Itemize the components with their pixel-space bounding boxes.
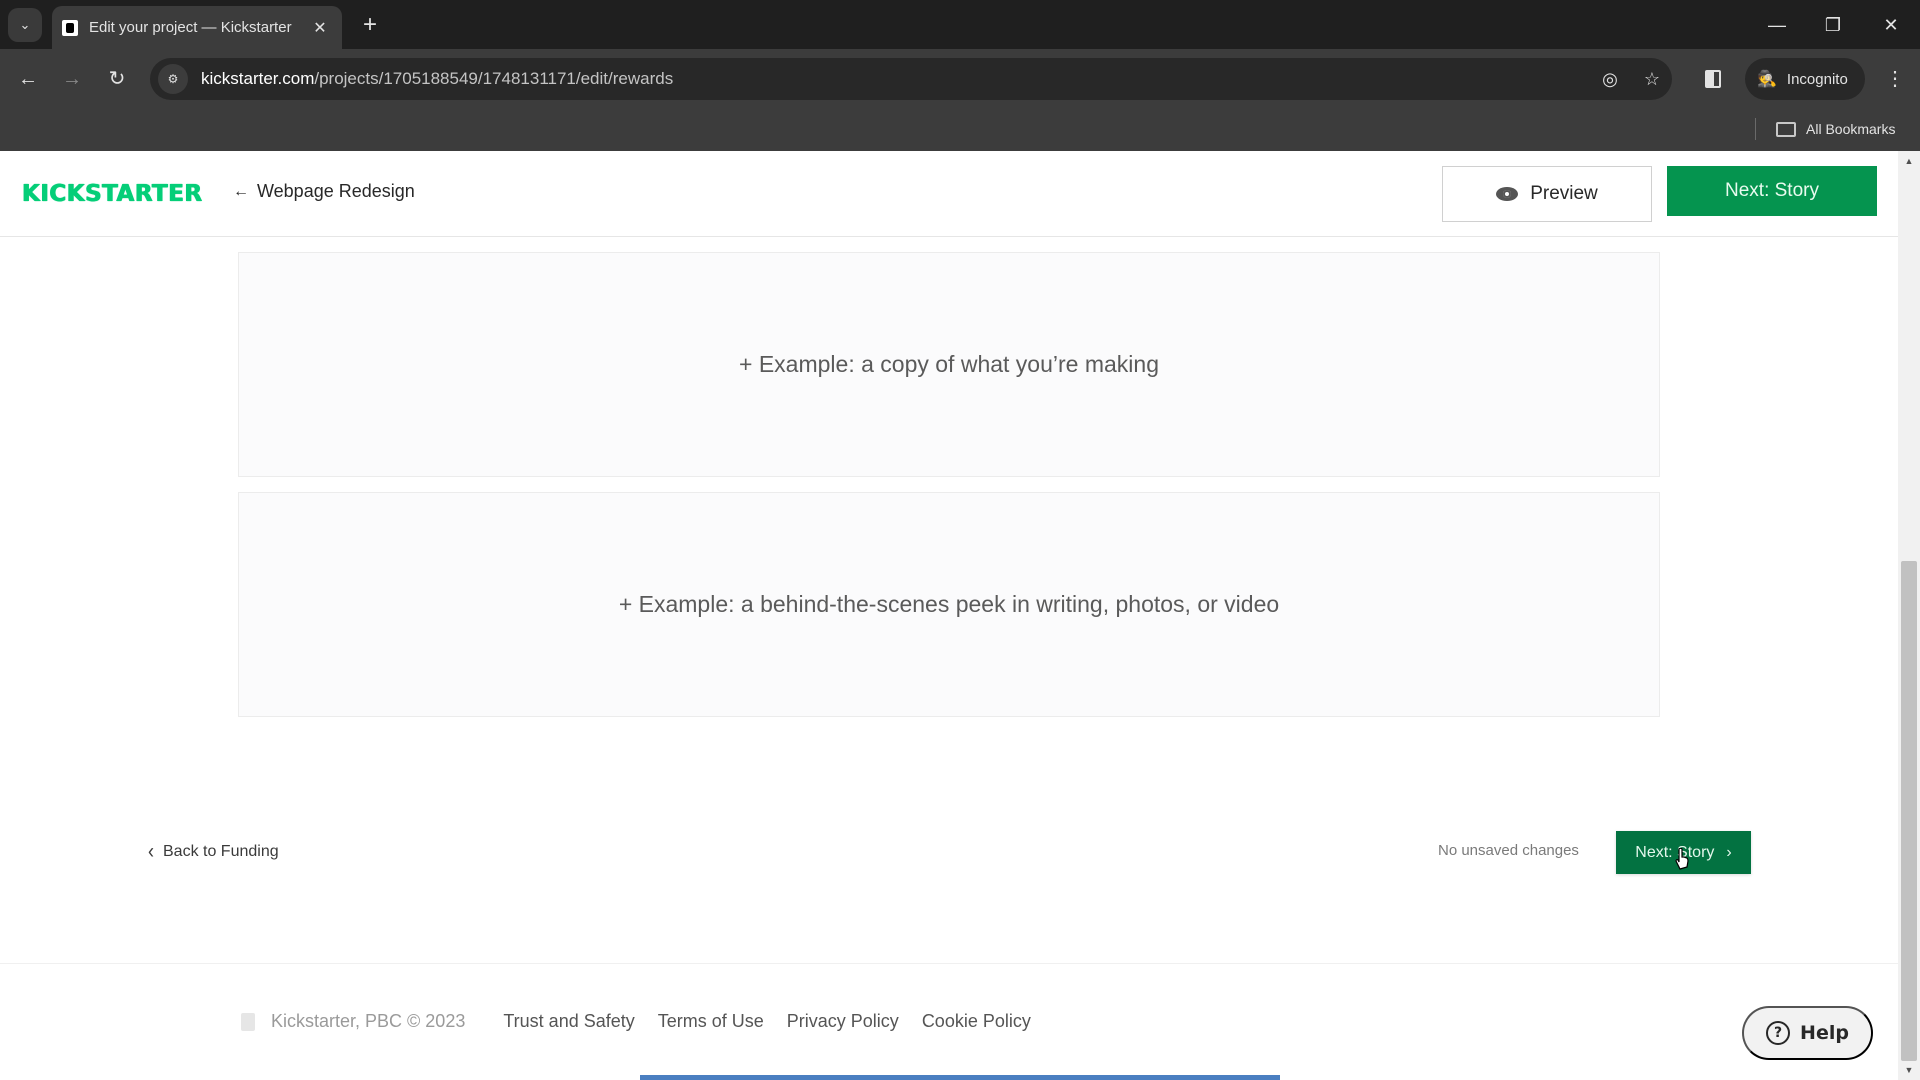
add-reward-example-1[interactable]: + Example: a copy of what you’re making bbox=[238, 252, 1660, 477]
forward-button[interactable]: → bbox=[57, 64, 87, 94]
browser-menu-icon[interactable]: ⋮ bbox=[1880, 64, 1910, 94]
hand-pointer-cursor-icon bbox=[1675, 848, 1689, 870]
active-tab[interactable]: Edit your project — Kickstarter ✕ bbox=[52, 6, 342, 49]
footer-divider bbox=[0, 963, 1898, 964]
preview-label: Preview bbox=[1530, 183, 1598, 204]
restore-button[interactable]: ❐ bbox=[1818, 10, 1848, 40]
page-scrollbar[interactable]: ▲ ▼ bbox=[1898, 151, 1920, 1080]
add-reward-example-2[interactable]: + Example: a behind-the-scenes peek in w… bbox=[238, 492, 1660, 717]
page-content: KICKSTARTER ← Webpage Redesign Preview N… bbox=[0, 151, 1898, 1080]
chevron-right-icon: › bbox=[1726, 843, 1732, 861]
browser-tab-bar: ⌄ Edit your project — Kickstarter ✕ + — … bbox=[0, 0, 1920, 49]
chevron-down-icon: ⌄ bbox=[19, 17, 31, 32]
footer-link-privacy-policy[interactable]: Privacy Policy bbox=[787, 1011, 899, 1032]
help-label: Help bbox=[1800, 1022, 1849, 1044]
url-text[interactable]: kickstarter.com/projects/1705188549/1748… bbox=[201, 69, 673, 89]
url-host: kickstarter.com bbox=[201, 69, 315, 88]
bookmarks-bar: All Bookmarks bbox=[0, 110, 1920, 151]
new-tab-button[interactable]: + bbox=[355, 10, 385, 40]
reward-example-text: + Example: a copy of what you’re making bbox=[739, 351, 1159, 377]
side-panel-icon bbox=[1705, 70, 1721, 88]
chevron-left-icon: ‹ bbox=[148, 838, 154, 863]
browser-toolbar: ← → ↻ ⚙ kickstarter.com/projects/1705188… bbox=[0, 49, 1920, 110]
folder-icon bbox=[1776, 121, 1796, 137]
back-to-project-link[interactable]: ← Webpage Redesign bbox=[233, 181, 415, 202]
preview-button[interactable]: Preview bbox=[1442, 166, 1652, 222]
footer-link-terms-of-use[interactable]: Terms of Use bbox=[658, 1011, 764, 1032]
site-info-icon[interactable]: ⚙ bbox=[158, 64, 188, 94]
help-button[interactable]: ? Help bbox=[1742, 1006, 1873, 1060]
bottom-progress-bar bbox=[640, 1075, 1280, 1080]
eye-icon bbox=[1496, 187, 1519, 201]
side-panel-button[interactable] bbox=[1698, 64, 1728, 94]
all-bookmarks-label: All Bookmarks bbox=[1806, 121, 1896, 137]
tab-list-button[interactable]: ⌄ bbox=[8, 8, 42, 42]
all-bookmarks-button[interactable]: All Bookmarks bbox=[1776, 116, 1895, 142]
bookmark-star-icon[interactable]: ☆ bbox=[1637, 64, 1667, 94]
reward-example-text: + Example: a behind-the-scenes peek in w… bbox=[618, 591, 1280, 617]
incognito-icon: 🕵 bbox=[1757, 71, 1777, 88]
incognito-badge[interactable]: 🕵 Incognito bbox=[1745, 58, 1865, 100]
scroll-up-arrow-icon[interactable]: ▲ bbox=[1898, 153, 1920, 169]
project-name: Webpage Redesign bbox=[257, 181, 415, 201]
kickstarter-mini-logo-icon bbox=[241, 1012, 255, 1031]
eye-off-icon[interactable]: ◎ bbox=[1595, 64, 1625, 94]
arrow-left-icon: ← bbox=[233, 182, 249, 200]
url-path: /projects/1705188549/1748131171/edit/rew… bbox=[314, 69, 674, 88]
project-header: KICKSTARTER ← Webpage Redesign Preview N… bbox=[0, 151, 1898, 237]
reload-button[interactable]: ↻ bbox=[102, 64, 132, 94]
bookmarks-divider bbox=[1755, 118, 1756, 140]
back-to-funding-label: Back to Funding bbox=[163, 842, 279, 860]
scrollbar-thumb[interactable] bbox=[1901, 561, 1917, 1061]
copyright: Kickstarter, PBC © 2023 bbox=[271, 1011, 466, 1031]
close-tab-icon[interactable]: ✕ bbox=[310, 18, 330, 38]
back-to-funding-link[interactable]: ‹ Back to Funding bbox=[148, 838, 279, 863]
tab-title: Edit your project — Kickstarter bbox=[89, 19, 292, 36]
back-button[interactable]: ← bbox=[13, 64, 43, 94]
footer-link-cookie-policy[interactable]: Cookie Policy bbox=[922, 1011, 1031, 1032]
scroll-down-arrow-icon[interactable]: ▼ bbox=[1898, 1062, 1920, 1078]
kickstarter-logo[interactable]: KICKSTARTER bbox=[22, 181, 203, 207]
next-story-button-header[interactable]: Next: Story bbox=[1667, 166, 1877, 216]
save-status: No unsaved changes bbox=[1438, 842, 1579, 859]
minimize-button[interactable]: — bbox=[1762, 10, 1792, 40]
question-circle-icon: ? bbox=[1766, 1021, 1791, 1045]
footer-link-trust-and-safety[interactable]: Trust and Safety bbox=[503, 1011, 634, 1032]
footer: Kickstarter, PBC © 2023 Trust and Safety… bbox=[241, 1011, 1054, 1032]
incognito-label: Incognito bbox=[1786, 70, 1848, 88]
address-bar[interactable]: ⚙ kickstarter.com/projects/1705188549/17… bbox=[150, 58, 1672, 100]
kickstarter-favicon-icon bbox=[62, 19, 78, 36]
close-window-button[interactable]: ✕ bbox=[1876, 10, 1906, 40]
